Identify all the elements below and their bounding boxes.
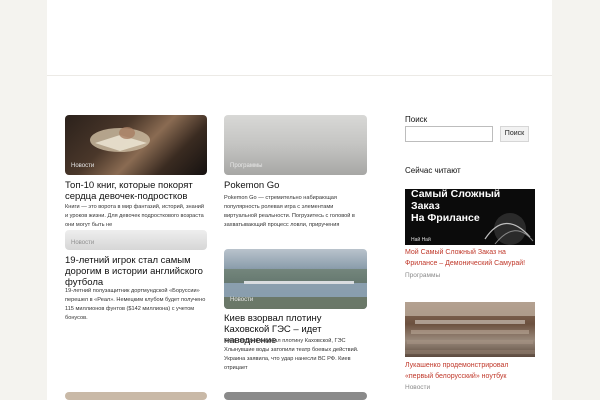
header-divider bbox=[47, 75, 552, 76]
reading-link[interactable]: Мой Самый Сложный Заказ на Фрилансе – Де… bbox=[405, 247, 537, 269]
article-excerpt: Pokemon Go — стремительно набирающая поп… bbox=[224, 195, 355, 228]
image-text: Самый Сложный Заказ На Фрилансе bbox=[411, 189, 500, 224]
article-thumbnail-football[interactable]: Новости bbox=[65, 230, 207, 250]
image-text-line: Самый Сложный bbox=[411, 189, 501, 200]
image-text-line: На Фрилансе bbox=[411, 212, 480, 224]
article-category-label[interactable]: Новости bbox=[71, 163, 94, 169]
page-container: Новости Топ-10 книг, которые покорят сер… bbox=[47, 0, 552, 400]
article-title[interactable]: Топ-10 книг, которые покорят сердца дево… bbox=[65, 180, 207, 202]
image-text-line: Заказ bbox=[411, 200, 440, 212]
article-thumbnail-partial[interactable] bbox=[65, 392, 207, 400]
reading-category[interactable]: Программы bbox=[405, 272, 440, 279]
search-heading: Поиск bbox=[405, 115, 428, 124]
reading-category[interactable]: Новости bbox=[405, 384, 430, 391]
reading-thumbnail-freelance[interactable]: Самый Сложный Заказ На Фрилансе Най Най bbox=[405, 189, 535, 245]
article-thumbnail-partial[interactable] bbox=[224, 392, 367, 400]
article-thumbnail-dam[interactable]: Новости bbox=[224, 249, 367, 309]
reading-thumbnail-laptop[interactable] bbox=[405, 302, 535, 357]
image-caption: Най Най bbox=[411, 237, 431, 243]
article-excerpt: 19-летний полузащитник дортмундской «Бор… bbox=[65, 288, 206, 321]
article-category-label[interactable]: Новости bbox=[71, 240, 94, 246]
article-thumbnail-books[interactable]: Новости bbox=[65, 115, 207, 175]
article-excerpt: Киев сегодня взорвал плотину Каховской, … bbox=[224, 338, 359, 371]
article-title[interactable]: Pokemon Go bbox=[224, 180, 367, 191]
assembly-hall-graphic bbox=[405, 302, 535, 354]
article-category-label[interactable]: Программы bbox=[230, 163, 262, 169]
article-excerpt: Книги — это ворота в мир фантазий, истор… bbox=[65, 204, 205, 228]
reading-link[interactable]: Лукашенко продемонстрировал «первый бело… bbox=[405, 360, 537, 382]
search-button[interactable]: Поиск bbox=[500, 126, 529, 142]
article-title[interactable]: 19-летний игрок стал самым дорогим в ист… bbox=[65, 255, 207, 288]
article-thumbnail-pokemon[interactable]: Программы bbox=[224, 115, 367, 175]
article-category-label[interactable]: Новости bbox=[230, 297, 253, 303]
search-input[interactable] bbox=[405, 126, 493, 142]
reading-now-heading: Сейчас читают bbox=[405, 166, 461, 175]
